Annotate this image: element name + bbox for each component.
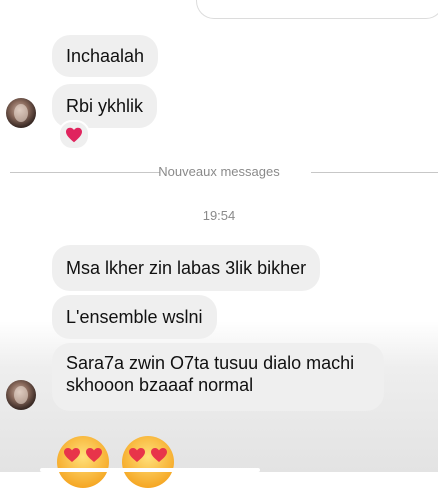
heart-eyes-emoji-icon[interactable] xyxy=(55,434,111,490)
message-text: Sara7a zwin O7ta tusuu dialo machi skhoo… xyxy=(66,353,355,395)
message-text: Inchaalah xyxy=(66,46,145,66)
chat-thread: Inchaalah Rbi ykhlik Nouveaux messages 1… xyxy=(0,0,438,488)
message-text: L'ensemble wslni xyxy=(66,307,203,327)
message-bubble-msa-lkher[interactable]: Msa lkher zin labas 3lik bikher xyxy=(52,245,321,291)
timestamp: 19:54 xyxy=(202,208,236,223)
message-bubble-sara7a[interactable]: Sara7a zwin O7ta tusuu dialo machi skhoo… xyxy=(52,343,384,411)
bottom-input-hint xyxy=(40,468,260,472)
avatar[interactable] xyxy=(6,98,36,128)
heart-eyes-emoji-icon[interactable] xyxy=(120,434,176,490)
previous-message-bubble[interactable] xyxy=(196,0,438,19)
message-text: Rbi ykhlik xyxy=(66,96,144,116)
message-bubble-lensemble[interactable]: L'ensemble wslni xyxy=(52,295,217,339)
message-bubble-inchaalah[interactable]: Inchaalah xyxy=(52,35,159,77)
red-heart-icon xyxy=(66,127,82,143)
avatar[interactable] xyxy=(6,380,36,410)
divider-line-right xyxy=(311,172,438,173)
heart-reaction[interactable] xyxy=(58,120,90,150)
message-text: Msa lkher zin labas 3lik bikher xyxy=(66,258,307,278)
